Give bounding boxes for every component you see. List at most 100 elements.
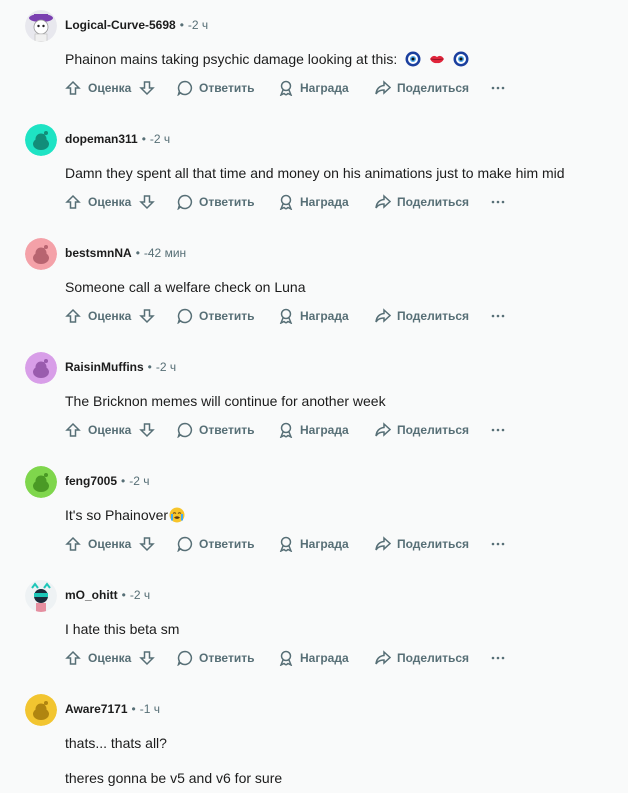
reply-button[interactable]: Ответить xyxy=(177,534,254,554)
more-options-button[interactable] xyxy=(490,420,506,440)
comment: feng7005 • -2 ч It's so Phainover Оценка О… xyxy=(0,456,628,570)
vote-count: Оценка xyxy=(88,423,132,437)
snoo-avatar-icon xyxy=(25,694,57,726)
lips-icon xyxy=(429,51,445,72)
share-button[interactable]: Поделиться xyxy=(375,78,469,98)
vote-count: Оценка xyxy=(88,651,132,665)
reply-button[interactable]: Ответить xyxy=(177,192,254,212)
comment: dopeman311 • -2 ч Damn they spent all that… xyxy=(0,114,628,228)
user-avatar-icon xyxy=(25,10,57,42)
more-options-button[interactable] xyxy=(490,78,506,98)
separator-dot: • xyxy=(131,702,136,716)
more-options-button[interactable] xyxy=(490,306,506,326)
timestamp[interactable]: -2 ч xyxy=(130,588,150,602)
arrow-up-icon xyxy=(65,194,81,209)
upvote-button[interactable] xyxy=(65,420,81,440)
comment-text: Damn they spent all that time and money … xyxy=(65,165,565,181)
upvote-button[interactable] xyxy=(65,78,81,98)
share-label: Поделиться xyxy=(397,81,470,95)
vote-count: Оценка xyxy=(88,195,132,209)
snoo-avatar-icon xyxy=(25,124,57,156)
timestamp[interactable]: -2 ч xyxy=(129,474,149,488)
comment-meta: Aware7171 • -1 ч xyxy=(65,701,160,717)
award-ribbon-icon xyxy=(279,650,293,666)
timestamp[interactable]: -2 ч xyxy=(150,132,170,146)
more-options-button[interactable] xyxy=(490,192,506,212)
avatar[interactable] xyxy=(25,10,57,42)
reply-button[interactable]: Ответить xyxy=(177,648,254,668)
more-options-button[interactable] xyxy=(490,648,506,668)
comment-text: I hate this beta sm xyxy=(65,621,180,637)
more-options-button[interactable] xyxy=(490,534,506,554)
arrow-down-icon xyxy=(139,537,155,552)
username[interactable]: Aware7171 xyxy=(65,702,128,716)
award-button[interactable]: Награда xyxy=(278,306,349,326)
avatar[interactable] xyxy=(25,124,57,156)
share-button[interactable]: Поделиться xyxy=(375,306,469,326)
share-arrow-icon xyxy=(375,80,391,95)
comment: bestsmnNA • -42 мин Someone call a welfare… xyxy=(0,228,628,342)
username[interactable]: Logical-Curve-5698 xyxy=(65,18,176,32)
reply-label: Ответить xyxy=(199,537,255,551)
reply-button[interactable]: Ответить xyxy=(177,78,254,98)
username[interactable]: feng7005 xyxy=(65,474,117,488)
username[interactable]: dopeman311 xyxy=(65,132,138,146)
timestamp[interactable]: -42 мин xyxy=(144,246,186,260)
avatar[interactable] xyxy=(25,580,57,612)
avatar[interactable] xyxy=(25,466,57,498)
downvote-button[interactable] xyxy=(139,78,155,98)
share-button[interactable]: Поделиться xyxy=(375,534,469,554)
ellipsis-icon xyxy=(491,86,505,90)
reply-button[interactable]: Ответить xyxy=(177,306,254,326)
award-label: Награда xyxy=(300,81,349,95)
ellipsis-icon xyxy=(491,656,505,660)
award-ribbon-icon xyxy=(279,194,293,210)
award-label: Награда xyxy=(300,195,349,209)
username[interactable]: bestsmnNA xyxy=(65,246,132,260)
username[interactable]: RaisinMuffins xyxy=(65,360,144,374)
award-button[interactable]: Награда xyxy=(278,534,349,554)
award-ribbon-icon xyxy=(279,422,293,438)
award-button[interactable]: Награда xyxy=(278,192,349,212)
reply-label: Ответить xyxy=(199,651,255,665)
timestamp[interactable]: -2 ч xyxy=(188,18,208,32)
username[interactable]: mO_ohitt xyxy=(65,588,118,602)
downvote-button[interactable] xyxy=(139,420,155,440)
arrow-down-icon xyxy=(139,81,155,96)
share-button[interactable]: Поделиться xyxy=(375,648,469,668)
avatar[interactable] xyxy=(25,352,57,384)
downvote-button[interactable] xyxy=(139,648,155,668)
separator-dot: • xyxy=(147,360,152,374)
snoo-avatar-icon xyxy=(25,466,57,498)
share-label: Поделиться xyxy=(397,423,470,437)
timestamp[interactable]: -1 ч xyxy=(140,702,160,716)
reply-label: Ответить xyxy=(199,81,255,95)
upvote-button[interactable] xyxy=(65,648,81,668)
upvote-button[interactable] xyxy=(65,534,81,554)
upvote-button[interactable] xyxy=(65,306,81,326)
arrow-down-icon xyxy=(139,195,155,210)
award-button[interactable]: Награда xyxy=(278,78,349,98)
award-button[interactable]: Награда xyxy=(278,648,349,668)
comment-text: Someone call a welfare check on Luna xyxy=(65,279,306,295)
snoo-avatar-icon xyxy=(25,238,57,270)
share-arrow-icon xyxy=(375,308,391,323)
share-label: Поделиться xyxy=(397,195,470,209)
share-label: Поделиться xyxy=(397,309,470,323)
downvote-button[interactable] xyxy=(139,192,155,212)
comment-meta: bestsmnNA • -42 мин xyxy=(65,245,186,261)
upvote-button[interactable] xyxy=(65,192,81,212)
reply-button[interactable]: Ответить xyxy=(177,420,254,440)
downvote-button[interactable] xyxy=(139,306,155,326)
downvote-button[interactable] xyxy=(139,534,155,554)
share-button[interactable]: Поделиться xyxy=(375,192,469,212)
award-button[interactable]: Награда xyxy=(278,420,349,440)
share-label: Поделиться xyxy=(397,651,470,665)
timestamp[interactable]: -2 ч xyxy=(156,360,176,374)
avatar[interactable] xyxy=(25,238,57,270)
award-label: Награда xyxy=(300,309,349,323)
arrow-down-icon xyxy=(139,423,155,438)
nazar-amulet-icon xyxy=(405,51,421,72)
avatar[interactable] xyxy=(25,694,57,726)
share-button[interactable]: Поделиться xyxy=(375,420,469,440)
